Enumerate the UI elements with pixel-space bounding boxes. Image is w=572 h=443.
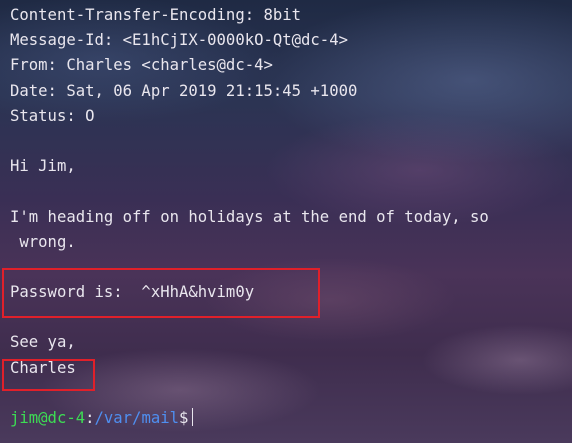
prompt-user-host: jim@dc-4 [10,409,86,427]
mail-header-message-id: Message-Id: <E1hCjIX-0000kO-Qt@dc-4> [10,31,348,50]
mail-header-status: Status: O [10,106,95,125]
mail-body-line: wrong. [10,232,76,251]
password-highlight-box [2,268,320,318]
prompt-separator: : [85,409,95,427]
mail-header-date: Date: Sat, 06 Apr 2019 21:15:45 +1000 [10,81,358,100]
mail-header-from: From: Charles <charles@dc-4> [10,56,273,75]
text-cursor [192,408,194,426]
prompt-path: /var/mail [94,409,180,427]
terminal-window[interactable]: Content-Transfer-Encoding: 8bit Message-I… [0,0,572,443]
shell-prompt-line[interactable]: jim@dc-4:/var/mail$ [10,406,489,431]
mail-body-line: I'm heading off on holidays at the end o… [10,207,489,226]
prompt-symbol: $ [179,409,189,427]
mail-header-encoding: Content-Transfer-Encoding: 8bit [10,6,302,24]
mail-greeting: Hi Jim, [10,157,76,176]
mail-signoff: See ya, [10,333,76,352]
signature-highlight-box [2,359,95,391]
